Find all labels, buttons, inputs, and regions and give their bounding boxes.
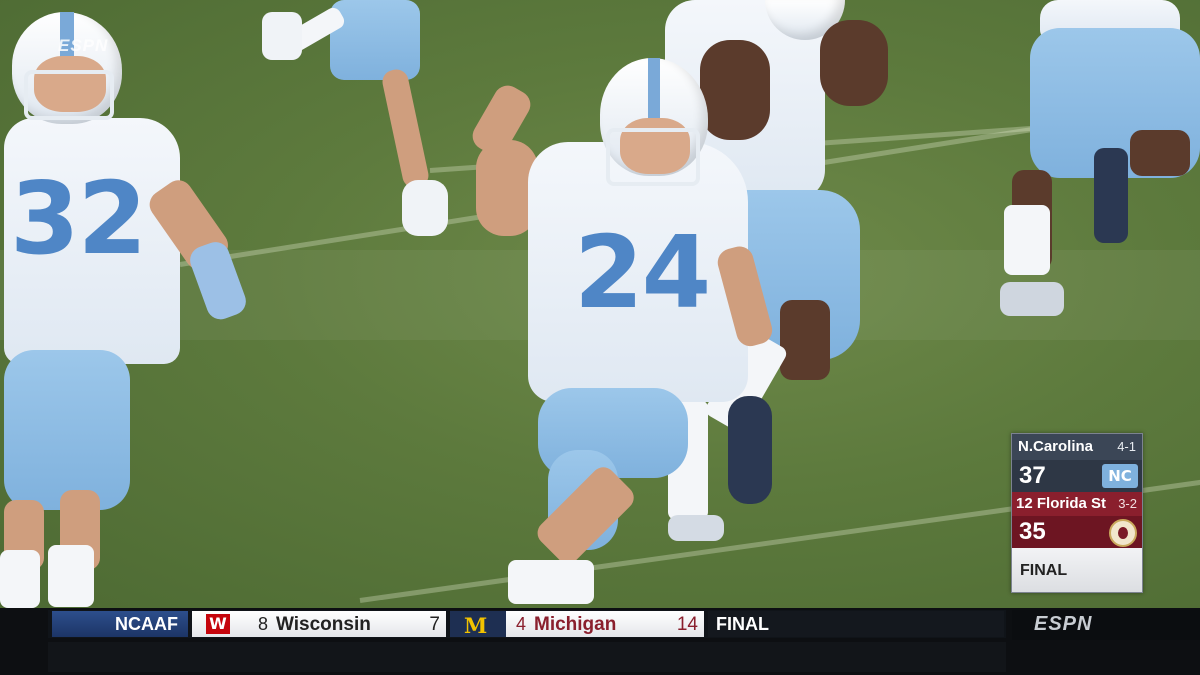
bottom-ticker: NCAAF W 8 Wisconsin 7 M 4 Michigan 14 FI… xyxy=(0,608,1200,675)
wisconsin-logo-icon: W xyxy=(206,614,230,634)
team1-score: 37 xyxy=(1019,462,1046,489)
game-status: FINAL xyxy=(1020,562,1068,579)
ticker-away-team: W 8 Wisconsin 7 xyxy=(192,611,446,637)
league-label: NCAAF xyxy=(52,611,188,637)
away-name: Wisconsin xyxy=(276,614,371,635)
ticker-home-team: M 4 Michigan 14 xyxy=(450,611,704,638)
team2-name-text: Florida St xyxy=(1036,495,1107,512)
scorebox-team1-row: N.Carolina 4-1 xyxy=(1012,434,1142,460)
fsu-logo-icon xyxy=(1109,519,1137,547)
home-name: Michigan xyxy=(534,614,617,635)
home-rank: 4 xyxy=(516,614,527,634)
team2-name: 12 Florida St xyxy=(1016,495,1106,512)
away-rank: 8 xyxy=(258,614,269,634)
espn-logo: ESPN xyxy=(1034,613,1093,635)
scorebox-team2-score-row: 35 xyxy=(1012,516,1142,548)
jersey-number: 24 xyxy=(574,214,711,331)
scorebox: N.Carolina 4-1 37 NC 12 Florida St 3-2 3… xyxy=(1011,433,1143,593)
team2-rank: 12 xyxy=(1016,495,1033,512)
espn-logo-box: ESPN xyxy=(1012,610,1200,640)
team1-name: N.Carolina xyxy=(1018,438,1094,455)
away-score: 7 xyxy=(429,614,440,635)
michigan-logo-icon: M xyxy=(464,613,488,638)
unc-logo-icon: NC xyxy=(1102,464,1138,488)
scorebox-team2-row: 12 Florida St 3-2 xyxy=(1012,492,1142,516)
scorebox-team1-score-row: 37 NC xyxy=(1012,460,1142,492)
michigan-logo-box: M xyxy=(450,611,506,638)
scorebox-status-row: FINAL xyxy=(1012,548,1142,592)
home-score: 14 xyxy=(676,614,698,635)
espn-watermark: ESPN xyxy=(58,36,109,55)
team1-record: 4-1 xyxy=(1117,439,1136,454)
team2-score: 35 xyxy=(1019,518,1046,545)
team2-record: 3-2 xyxy=(1118,496,1137,511)
ticker-game-status: FINAL xyxy=(708,611,1004,637)
jersey-number: 32 xyxy=(10,160,147,277)
ticker-bottom-strip xyxy=(48,642,1006,672)
wisconsin-logo-box: W xyxy=(192,611,248,637)
